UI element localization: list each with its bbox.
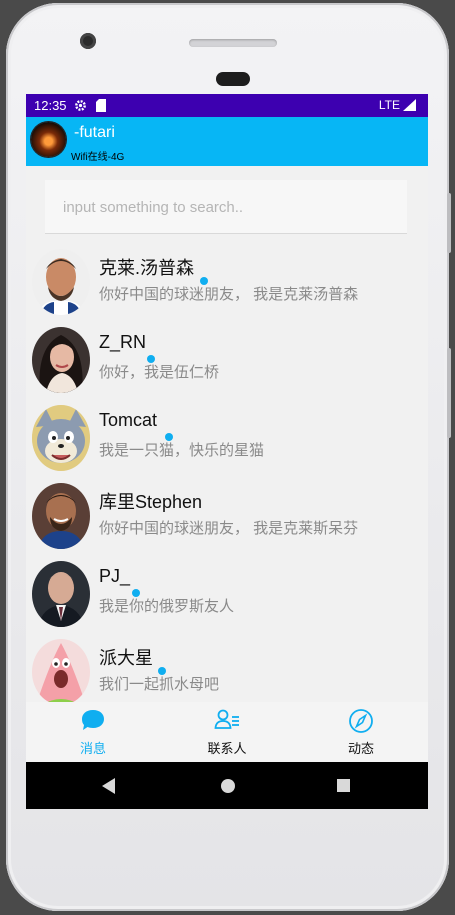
contact-message: 我是你的俄罗斯友人 (99, 598, 235, 615)
username: -futari (74, 124, 115, 141)
connection-status: Wifi在线-4G (71, 152, 125, 163)
tab-label: 联系人 (207, 741, 247, 756)
user-avatar[interactable] (31, 122, 66, 157)
bottom-tab-bar: 消息 联系人 动态 (26, 702, 428, 762)
settings-gear-icon (74, 99, 87, 115)
contact-item[interactable]: PJ_ 我是你的俄罗斯友人 (26, 557, 428, 632)
girl-avatar (32, 327, 90, 393)
tab-label: 消息 (79, 741, 106, 756)
contact-message: 你好中国的球迷朋友， 我是克莱汤普森 (99, 286, 359, 303)
sd-card-icon (96, 99, 106, 115)
tab-moments[interactable]: 动态 (311, 702, 411, 762)
contact-name: 派大星 (99, 648, 153, 668)
patrick-avatar (32, 639, 90, 705)
contacts-icon (214, 708, 240, 737)
home-icon[interactable] (221, 779, 235, 793)
back-icon[interactable] (102, 778, 115, 794)
status-bar: 12:35 LTE (26, 94, 428, 117)
tab-label: 动态 (347, 741, 374, 756)
contact-message: 我们一起抓水母吧 (99, 676, 220, 693)
front-camera (80, 33, 96, 49)
signal-icon (403, 99, 416, 114)
contact-message: 你好，我是伍仁桥 (99, 364, 220, 381)
top-speaker (189, 39, 277, 47)
tab-contacts[interactable]: 联系人 (177, 702, 277, 762)
pj-avatar (32, 561, 90, 627)
compass-icon (348, 708, 374, 739)
contact-name: Tomcat (99, 410, 158, 430)
status-time: 12:35 (34, 98, 67, 113)
earpiece (216, 72, 250, 86)
contact-item[interactable]: Tomcat 我是一只猫，快乐的星猫 (26, 401, 428, 476)
contact-name: PJ_ (99, 566, 131, 586)
message-bubble-icon (80, 708, 106, 737)
volume-button (447, 193, 451, 253)
search-input[interactable] (61, 180, 395, 235)
contact-item[interactable]: 派大星 我们一起抓水母吧 (26, 635, 428, 710)
contact-item[interactable]: 库里Stephen 你好中国的球迷朋友， 我是克莱斯呆芬 (26, 479, 428, 554)
tab-messages[interactable]: 消息 (43, 702, 143, 762)
contact-item[interactable]: 克莱.汤普森 你好中国的球迷朋友， 我是克莱汤普森 (26, 245, 428, 320)
contact-name: Z_RN (99, 332, 147, 352)
system-nav-bar (26, 762, 428, 809)
contact-message: 我是一只猫，快乐的星猫 (99, 442, 265, 459)
app-screen: 12:35 LTE -futari Wifi在线-4G input someth… (26, 94, 428, 809)
app-header: -futari Wifi在线-4G (26, 117, 428, 166)
contact-item[interactable]: Z_RN 你好，我是伍仁桥 (26, 323, 428, 398)
recent-apps-icon[interactable] (337, 779, 350, 792)
network-type: LTE (378, 98, 400, 112)
power-button (447, 348, 451, 438)
tom-cat-avatar (32, 405, 90, 471)
search-box (45, 180, 407, 235)
contact-name: 库里Stephen (99, 492, 203, 512)
curry-avatar (32, 483, 90, 549)
klay-avatar (32, 249, 90, 315)
contact-name: 克莱.汤普森 (99, 258, 195, 278)
contact-message: 你好中国的球迷朋友， 我是克莱斯呆芬 (99, 520, 359, 537)
